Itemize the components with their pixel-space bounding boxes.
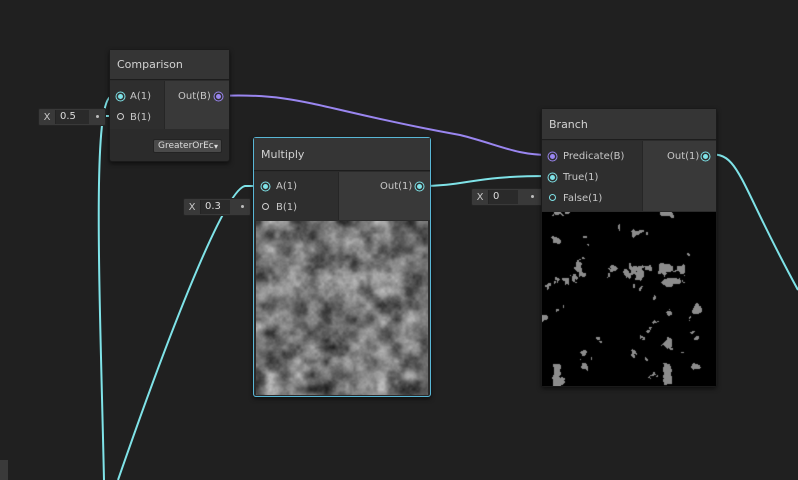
wire-multiply-to-branch [417,175,550,187]
port-b-label: B(1) [130,112,152,123]
node-title: Comparison [117,58,183,71]
port-a-label: A(1) [130,91,152,102]
port-a-label: A(1) [276,181,298,192]
port-predicate-label: Predicate(B) [563,151,625,162]
comparison-node-header[interactable]: Comparison [110,50,229,80]
output-ports [164,81,229,129]
comparison-b-inline-field[interactable]: X 0.5 [38,108,106,126]
port-true-connector[interactable] [550,175,555,180]
multiply-preview-image [256,221,428,395]
branch-false-inline-field[interactable]: X 0 [471,188,545,206]
comparison-mode-dropdown[interactable]: GreaterOrEc ▾ [153,139,222,153]
port-out-label: Out(1) [667,151,700,162]
multiply-node[interactable]: Multiply A(1) B(1) Out(1) [253,137,431,397]
chevron-down-icon: ▾ [213,142,218,151]
false-value-input[interactable]: 0 [488,190,518,204]
branch-node[interactable]: Branch Predicate(B) True(1) False(1) Out… [541,108,717,387]
axis-label: X [476,191,484,203]
field-connector-dot [241,205,244,208]
multiply-b-inline-field[interactable]: X 0.3 [183,198,251,216]
field-connector-dot [96,115,99,118]
branch-node-header[interactable]: Branch [542,109,716,140]
port-true-label: True(1) [563,172,599,183]
axis-label: X [43,111,51,123]
port-false-connector[interactable] [549,194,556,201]
comparison-node[interactable]: Comparison A(1) B(1) Out(B) GreaterOrEc … [109,49,230,162]
port-out-connector[interactable] [703,154,708,159]
b-value-input[interactable]: 0.5 [55,110,89,124]
node-title: Branch [549,118,588,131]
port-b-label: B(1) [276,202,298,213]
port-predicate-connector[interactable] [550,154,555,159]
wire-branch-out [704,153,798,291]
axis-label: X [188,201,196,213]
port-out-label: Out(B) [178,91,211,102]
multiply-node-header[interactable]: Multiply [254,138,430,171]
port-out-connector[interactable] [417,184,422,189]
branch-preview-image [542,212,716,386]
port-out-connector[interactable] [216,94,221,99]
output-ports [338,172,430,220]
port-a-connector[interactable] [118,94,123,99]
node-title: Multiply [261,148,305,161]
port-false-label: False(1) [563,193,603,204]
dropdown-value: GreaterOrEc [158,141,214,151]
port-b-connector[interactable] [117,113,124,120]
port-a-connector[interactable] [263,184,268,189]
wire-multiply-a [117,185,262,480]
port-out-label: Out(1) [380,181,413,192]
b-value-input[interactable]: 0.3 [200,200,230,214]
panel-edge-tab[interactable] [0,460,8,480]
port-b-connector[interactable] [262,203,269,210]
field-connector-dot [531,195,534,198]
